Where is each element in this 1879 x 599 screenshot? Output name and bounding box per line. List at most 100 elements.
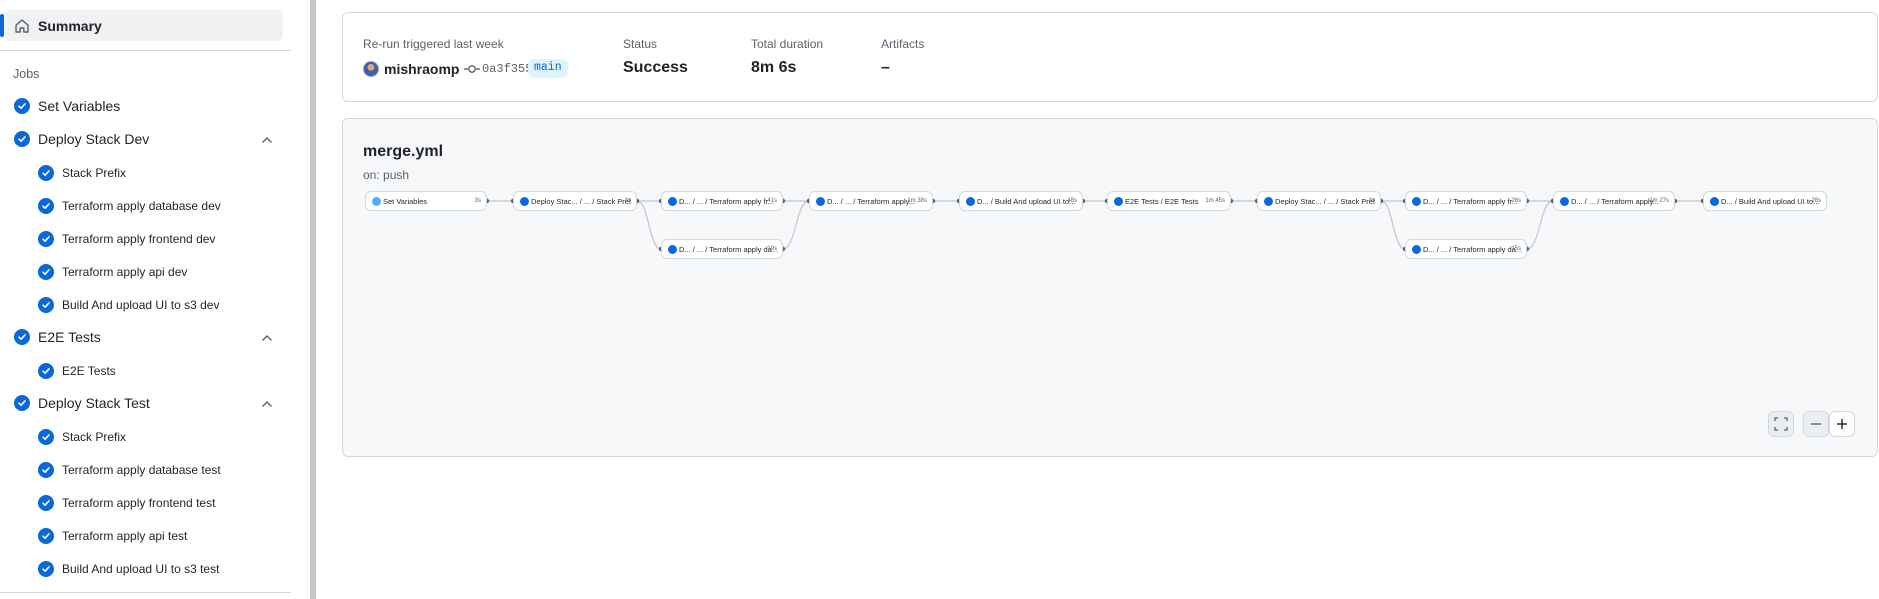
graph-job-node[interactable]: D... / ... / Terraform apply da... 15s xyxy=(1405,239,1527,259)
graph-job-node[interactable]: Deploy Stac... / ... / Stack Prefix 3s xyxy=(513,191,637,211)
check-circle-icon xyxy=(38,561,54,577)
node-duration: 28s xyxy=(1811,198,1821,204)
graph-job-node[interactable]: Set Variables 3s xyxy=(365,191,487,211)
graph-job-node[interactable]: D... / ... / Terraform apply... 1m 27s xyxy=(1553,191,1675,211)
zoom-in-button[interactable] xyxy=(1829,411,1855,437)
job-item[interactable]: E2E Tests xyxy=(0,323,291,351)
node-duration: 1m 45s xyxy=(1205,198,1225,204)
zoom-out-button[interactable] xyxy=(1803,411,1829,437)
plus-icon xyxy=(1837,419,1847,429)
graph-edge xyxy=(636,200,662,250)
node-duration: 1m 27s xyxy=(1649,198,1669,204)
job-item[interactable]: Set Variables xyxy=(0,92,291,120)
branch-badge[interactable]: main xyxy=(528,59,568,78)
job-label: E2E Tests xyxy=(38,329,101,345)
node-duration: 19s xyxy=(767,246,777,252)
step-item[interactable]: Stack Prefix xyxy=(0,422,291,450)
check-circle-icon xyxy=(14,98,30,114)
check-circle-icon xyxy=(668,197,677,206)
check-circle-icon xyxy=(1114,197,1123,206)
node-label: D... / ... / Terraform apply fr... xyxy=(679,197,774,206)
graph-job-node[interactable]: D... / Build And upload UI to... 48s xyxy=(959,191,1083,211)
job-item[interactable]: Deploy Stack Test xyxy=(0,389,291,417)
step-label: Terraform apply database dev xyxy=(62,199,221,213)
check-circle-icon xyxy=(38,231,54,247)
graph-connectors xyxy=(484,198,1706,252)
node-label: Set Variables xyxy=(383,197,428,206)
check-circle-icon xyxy=(14,395,30,411)
step-item[interactable]: Build And upload UI to s3 dev xyxy=(0,290,291,318)
job-label: Set Variables xyxy=(38,98,121,114)
divider xyxy=(0,50,291,51)
check-circle-icon xyxy=(38,429,54,445)
jobs-heading: Jobs xyxy=(13,67,40,81)
status-value: Success xyxy=(623,59,688,76)
check-circle-icon xyxy=(1560,197,1569,206)
check-circle-icon xyxy=(1710,197,1719,206)
git-commit-icon xyxy=(464,65,480,73)
job-item[interactable]: Deploy Stack Dev xyxy=(0,125,291,153)
step-item[interactable]: E2E Tests xyxy=(0,356,291,384)
graph-job-node[interactable]: D... / ... / Terraform apply... 1m 38s xyxy=(809,191,933,211)
graph-edge xyxy=(1380,200,1406,250)
divider xyxy=(0,592,291,593)
check-circle-icon xyxy=(38,165,54,181)
step-item[interactable]: Build And upload UI to s3 test xyxy=(0,554,291,582)
check-circle-icon xyxy=(1264,197,1273,206)
node-label: D... / Build And upload UI to... xyxy=(1721,197,1820,206)
actor-name[interactable]: mishraomp xyxy=(384,61,459,77)
graph-job-node[interactable]: D... / ... / Terraform apply fr... 41s xyxy=(661,191,783,211)
node-duration: 41s xyxy=(767,198,777,204)
graph-job-node[interactable]: D... / ... / Terraform apply da... 19s xyxy=(661,239,783,259)
status-label: Status xyxy=(623,37,658,51)
step-item[interactable]: Terraform apply database test xyxy=(0,455,291,483)
chevron-up-icon[interactable] xyxy=(260,133,274,147)
step-item[interactable]: Terraform apply api dev xyxy=(0,257,291,285)
graph-edge xyxy=(782,200,810,250)
node-label: D... / ... / Terraform apply... xyxy=(1571,197,1660,206)
node-label: D... / ... / Terraform apply... xyxy=(827,197,916,206)
step-label: Terraform apply frontend dev xyxy=(62,232,216,246)
node-duration: 3s xyxy=(1368,198,1375,204)
step-item[interactable]: Terraform apply frontend test xyxy=(0,488,291,516)
node-label: D... / ... / Terraform apply da... xyxy=(679,245,779,254)
chevron-up-icon[interactable] xyxy=(260,331,274,345)
check-circle-icon xyxy=(38,528,54,544)
check-circle-icon xyxy=(38,297,54,313)
step-item[interactable]: Terraform apply api test xyxy=(0,521,291,549)
step-item[interactable]: Stack Prefix xyxy=(0,158,291,186)
step-label: Terraform apply database test xyxy=(62,463,221,477)
duration-label: Total duration xyxy=(751,37,824,51)
trigger-label: Re-run triggered last week xyxy=(363,37,504,51)
sidebar-resize-handle[interactable] xyxy=(310,0,316,599)
step-item[interactable]: Terraform apply database dev xyxy=(0,191,291,219)
artifacts-value: – xyxy=(881,59,890,76)
avatar[interactable] xyxy=(363,61,379,77)
step-label: Build And upload UI to s3 test xyxy=(62,562,220,576)
node-duration: 15s xyxy=(1511,246,1521,252)
graph-job-node[interactable]: D... / ... / Terraform apply fr... 28s xyxy=(1405,191,1527,211)
check-circle-icon xyxy=(38,495,54,511)
check-circle-icon xyxy=(520,197,529,206)
step-item[interactable]: Terraform apply frontend dev xyxy=(0,224,291,252)
commit-sha-link[interactable]: 0a3f355 xyxy=(482,62,532,76)
artifacts-label: Artifacts xyxy=(881,37,925,51)
node-duration: 3s xyxy=(624,198,631,204)
check-circle-icon xyxy=(38,264,54,280)
summary-link[interactable]: Summary xyxy=(0,10,283,41)
node-duration: 48s xyxy=(1067,198,1077,204)
summary-label: Summary xyxy=(38,18,102,34)
check-circle-icon xyxy=(1412,245,1421,254)
node-duration: 1m 38s xyxy=(907,198,927,204)
check-circle-icon xyxy=(372,197,381,206)
minus-icon xyxy=(1811,423,1821,425)
graph-job-node[interactable]: E2E Tests / E2E Tests 1m 45s xyxy=(1107,191,1231,211)
step-label: E2E Tests xyxy=(62,364,116,378)
graph-job-node[interactable]: Deploy Stac... / ... / Stack Prefix 3s xyxy=(1257,191,1381,211)
node-label: D... / ... / Terraform apply da... xyxy=(1423,245,1523,254)
node-label: Deploy Stac... / ... / Stack Prefix xyxy=(1275,197,1375,206)
fullscreen-button[interactable] xyxy=(1768,411,1794,437)
duration-value: 8m 6s xyxy=(751,59,797,76)
graph-job-node[interactable]: D... / Build And upload UI to... 28s xyxy=(1703,191,1827,211)
chevron-up-icon[interactable] xyxy=(260,397,274,411)
